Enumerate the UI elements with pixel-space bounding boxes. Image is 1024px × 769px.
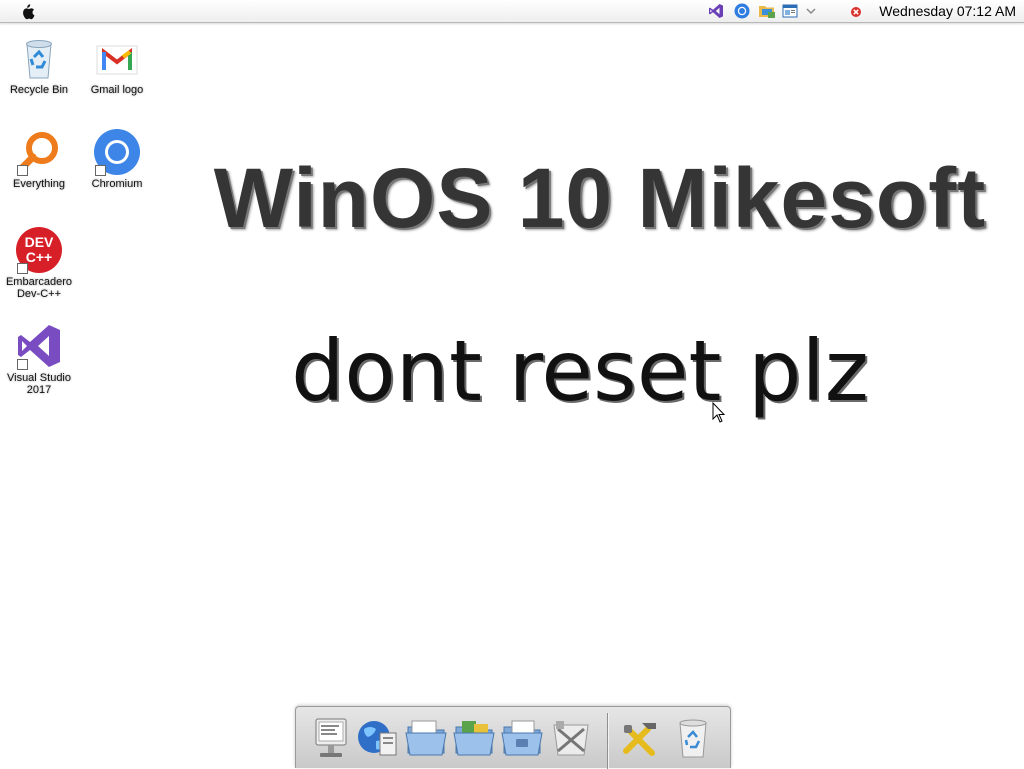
svg-text:DEV: DEV (25, 234, 54, 250)
gmail-icon (93, 34, 141, 82)
visual-studio-icon[interactable] (708, 3, 724, 19)
menu-bar: Wednesday 07:12 AM (0, 0, 1024, 23)
desktop-icon-label: Embarcadero Dev-C++ (5, 276, 73, 300)
chromium-icon[interactable] (734, 3, 750, 19)
visual-studio-icon (15, 322, 63, 370)
desktop-icon-label: Recycle Bin (9, 84, 69, 96)
finder-icon[interactable] (308, 715, 354, 761)
applications-folder-icon[interactable] (452, 715, 498, 761)
desktop-icon-label: Chromium (91, 178, 143, 190)
shortcut-arrow-icon (17, 263, 28, 274)
trash-icon[interactable] (670, 715, 716, 761)
mouse-cursor-icon (712, 401, 726, 424)
wallpaper-title: WinOS 10 Mikesoft (213, 151, 987, 245)
shortcut-arrow-icon (17, 359, 28, 370)
desktop-icon-label: Gmail logo (90, 84, 144, 96)
desktop-icon-embarcadero-dev-cpp[interactable]: DEV C++ Embarcadero Dev-C++ (1, 226, 77, 300)
chevron-down-icon[interactable] (804, 3, 820, 19)
system-tray: Wednesday 07:12 AM (704, 0, 1024, 22)
desktop-icon-label: Visual Studio 2017 (6, 372, 71, 396)
desktop-icon-everything[interactable]: Everything (1, 128, 77, 190)
dock-separator (607, 713, 608, 769)
desktop-icon-gmail-logo[interactable]: Gmail logo (79, 34, 155, 96)
desktop-icon-chromium[interactable]: Chromium (79, 128, 155, 190)
folder-icon[interactable] (758, 3, 775, 19)
search-magnifier-icon (15, 128, 63, 176)
folder-icon[interactable] (404, 715, 450, 761)
chromium-icon (93, 128, 141, 176)
network-error-icon[interactable] (850, 5, 866, 21)
shortcut-arrow-icon (95, 165, 106, 176)
desktop-icon-label: Everything (13, 178, 65, 190)
utilities-icon[interactable] (548, 715, 594, 761)
shortcut-arrow-icon (17, 165, 28, 176)
clock[interactable]: Wednesday 07:12 AM (879, 3, 1016, 19)
network-globe-icon[interactable] (354, 715, 400, 761)
desktop-icon-visual-studio-2017[interactable]: Visual Studio 2017 (1, 322, 77, 396)
dock (295, 706, 731, 769)
tools-icon[interactable] (618, 715, 664, 761)
window-icon[interactable] (782, 3, 798, 19)
desktop-icon-recycle-bin[interactable]: Recycle Bin (1, 34, 77, 96)
wallpaper-subtitle: dont reset plz (291, 322, 869, 420)
dev-cpp-icon: DEV C++ (15, 226, 63, 274)
documents-folder-icon[interactable] (500, 715, 546, 761)
svg-text:C++: C++ (26, 249, 52, 265)
apple-icon[interactable] (18, 3, 36, 20)
recycle-bin-icon (15, 34, 63, 82)
